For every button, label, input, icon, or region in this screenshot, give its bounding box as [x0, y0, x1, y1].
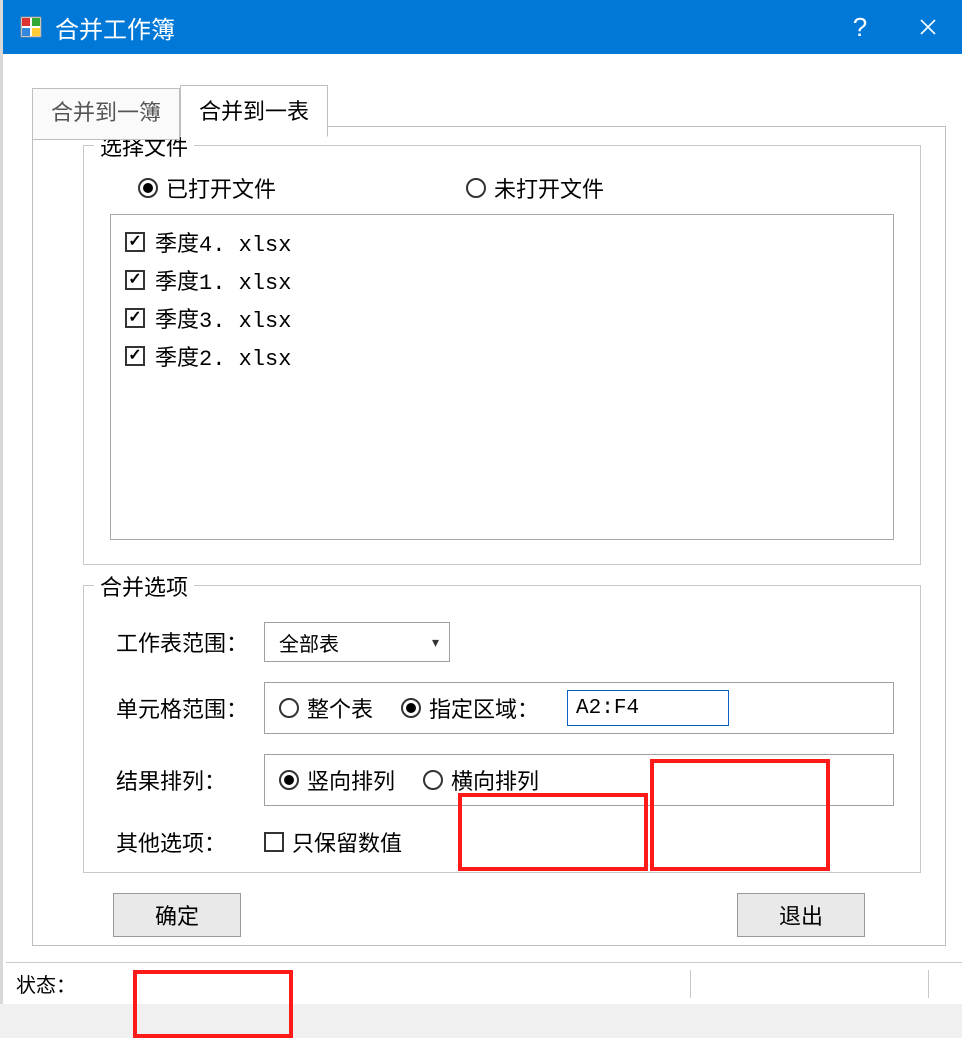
legend-merge-options: 合并选项 — [94, 570, 194, 602]
tab-strip: 合并到一簿 合并到一表 — [32, 84, 328, 136]
radio-icon — [401, 698, 421, 718]
checkbox-icon[interactable] — [125, 270, 145, 290]
dialog-window: 合并工作簿 ? 合并到一簿 合并到一表 选择文件 已打开文件 — [0, 0, 962, 1004]
list-item[interactable]: 季度2. xlsx — [125, 337, 879, 375]
chevron-down-icon: ▾ — [432, 634, 439, 651]
status-label: 状态： — [16, 969, 690, 998]
checkbox-icon[interactable] — [125, 346, 145, 366]
label-other-options: 其他选项： — [110, 826, 264, 858]
select-value: 全部表 — [279, 628, 339, 657]
file-name: 季度2. xlsx — [155, 340, 291, 372]
radio-horizontal[interactable]: 横向排列 — [423, 764, 539, 796]
status-bar: 状态： — [6, 962, 962, 1004]
titlebar: 合并工作簿 ? — [3, 0, 962, 54]
button-row: 确定 退出 — [83, 893, 921, 937]
file-name: 季度3. xlsx — [155, 302, 291, 334]
checkbox-label: 只保留数值 — [292, 826, 402, 858]
tab-panel: 选择文件 已打开文件 未打开文件 季度4. xlsx — [32, 126, 946, 946]
label-sheet-range: 工作表范围： — [110, 626, 264, 658]
checkbox-keep-values[interactable]: 只保留数值 — [264, 826, 402, 858]
radio-unopened-files[interactable]: 未打开文件 — [466, 172, 604, 204]
result-layout-box: 竖向排列 横向排列 — [264, 754, 894, 806]
file-list[interactable]: 季度4. xlsx 季度1. xlsx 季度3. xlsx 季度2. xlsx — [110, 214, 894, 540]
dialog-body: 合并到一簿 合并到一表 选择文件 已打开文件 未打开文件 — [6, 54, 962, 1004]
app-icon — [19, 15, 43, 39]
tab-merge-to-workbook[interactable]: 合并到一簿 — [32, 88, 180, 140]
list-item[interactable]: 季度1. xlsx — [125, 261, 879, 299]
file-name: 季度1. xlsx — [155, 264, 291, 296]
resize-grip-icon[interactable] — [928, 970, 952, 998]
group-merge-options: 合并选项 工作表范围： 全部表 ▾ 单元格范围： 整个表 — [83, 585, 921, 873]
help-button[interactable]: ? — [826, 0, 894, 54]
radio-vertical[interactable]: 竖向排列 — [279, 764, 395, 796]
radio-whole-sheet[interactable]: 整个表 — [279, 692, 373, 724]
window-controls: ? — [826, 0, 962, 54]
close-button[interactable] — [894, 0, 962, 54]
select-sheet-range[interactable]: 全部表 ▾ — [264, 622, 450, 662]
window-title: 合并工作簿 — [55, 10, 826, 45]
radio-specified-range[interactable]: 指定区域： — [401, 692, 539, 724]
radio-icon — [279, 698, 299, 718]
label-result-layout: 结果排列： — [110, 764, 264, 796]
radio-label: 未打开文件 — [494, 172, 604, 204]
ok-button[interactable]: 确定 — [113, 893, 241, 937]
status-pane — [690, 970, 928, 998]
checkbox-icon[interactable] — [125, 232, 145, 252]
radio-label: 竖向排列 — [307, 764, 395, 796]
group-select-files: 选择文件 已打开文件 未打开文件 季度4. xlsx — [83, 145, 921, 565]
checkbox-icon[interactable] — [264, 832, 284, 852]
radio-opened-files[interactable]: 已打开文件 — [138, 172, 276, 204]
radio-label: 指定区域： — [429, 692, 539, 724]
input-cell-range[interactable] — [567, 690, 729, 726]
list-item[interactable]: 季度3. xlsx — [125, 299, 879, 337]
file-name: 季度4. xlsx — [155, 226, 291, 258]
list-item[interactable]: 季度4. xlsx — [125, 223, 879, 261]
tab-merge-to-sheet[interactable]: 合并到一表 — [180, 85, 328, 137]
radio-icon — [138, 178, 158, 198]
radio-label: 整个表 — [307, 692, 373, 724]
radio-icon — [279, 770, 299, 790]
cell-range-box: 整个表 指定区域： — [264, 682, 894, 734]
checkbox-icon[interactable] — [125, 308, 145, 328]
radio-icon — [466, 178, 486, 198]
radio-label: 横向排列 — [451, 764, 539, 796]
label-cell-range: 单元格范围： — [110, 692, 264, 724]
radio-icon — [423, 770, 443, 790]
radio-label: 已打开文件 — [166, 172, 276, 204]
exit-button[interactable]: 退出 — [737, 893, 865, 937]
